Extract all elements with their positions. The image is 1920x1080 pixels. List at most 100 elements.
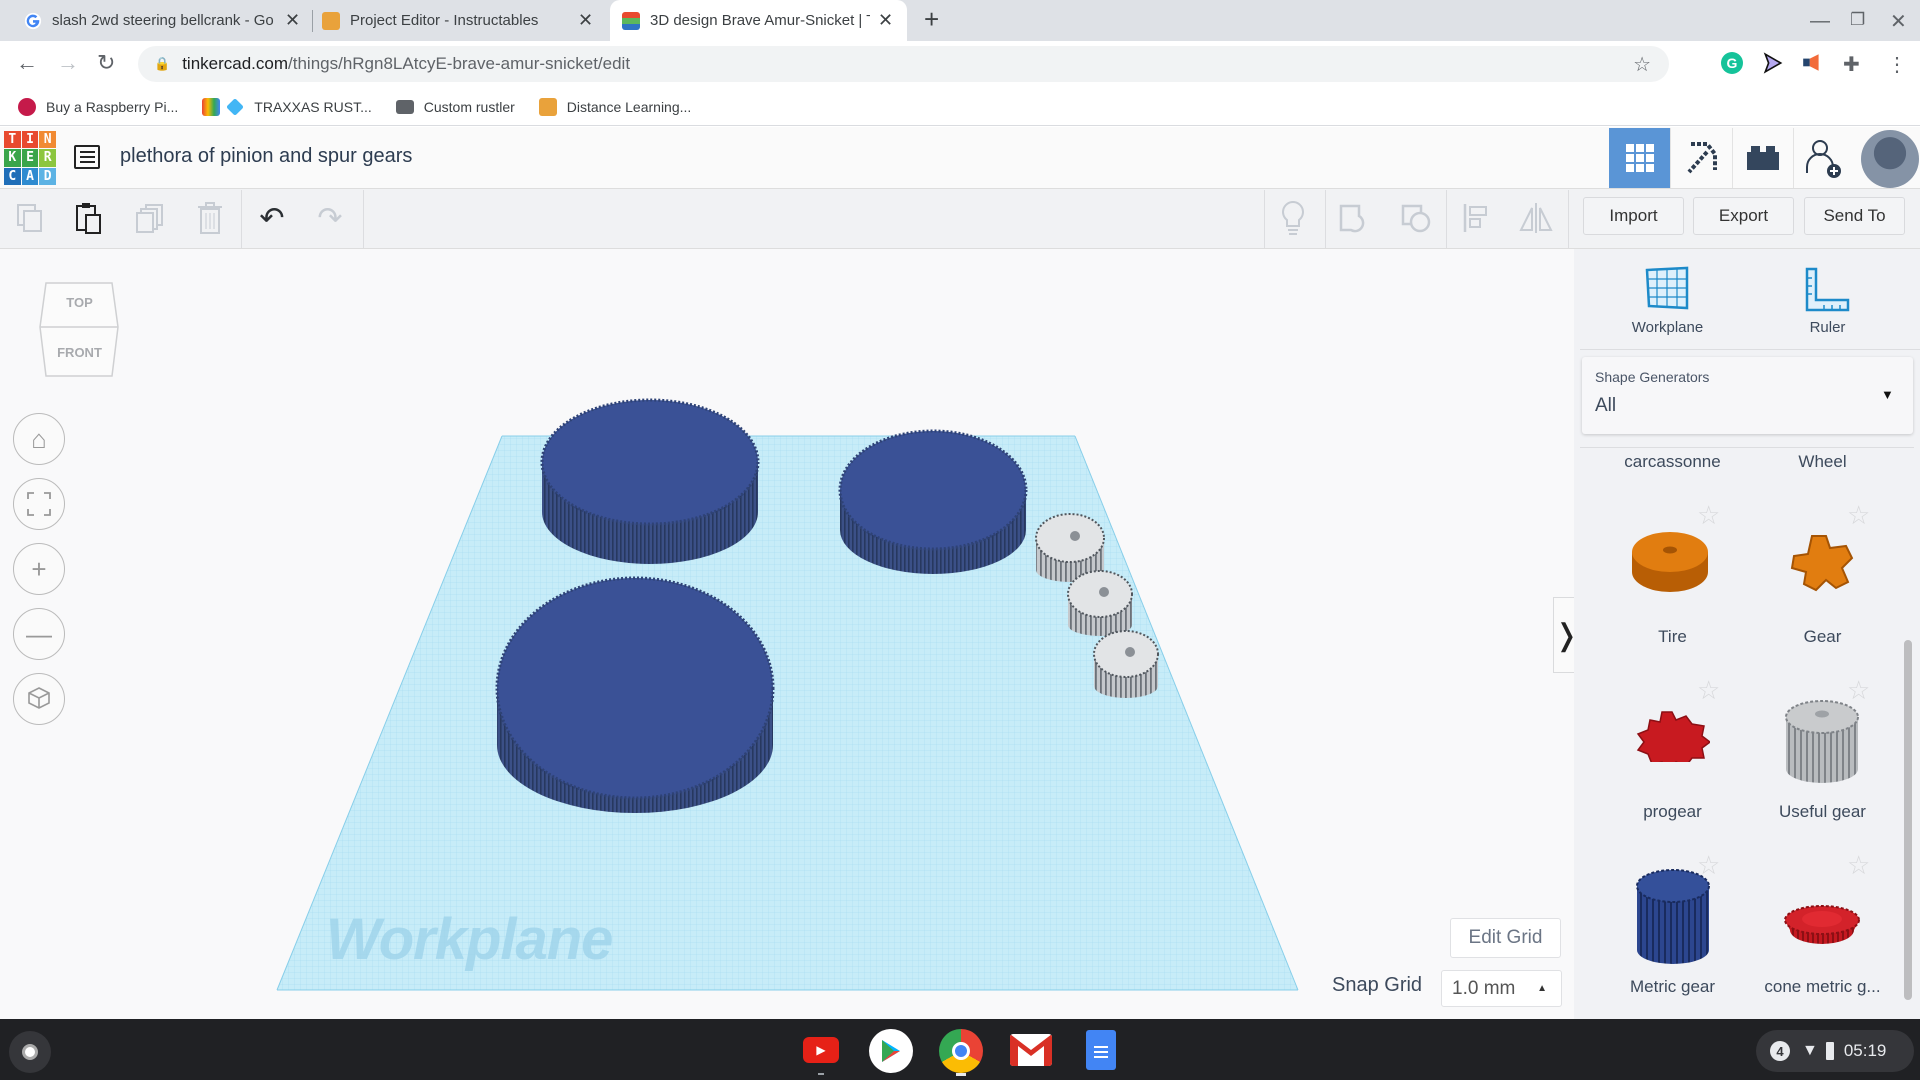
url-path: /things/hRgn8LAtcyE-brave-amur-snicket/e… [288, 54, 631, 73]
cursor-icon[interactable] [1762, 52, 1784, 74]
paste-button[interactable] [71, 200, 107, 236]
status-tray[interactable]: 4 ▼ 05:19 [1756, 1030, 1914, 1072]
google-icon [24, 12, 42, 29]
3d-view-button[interactable] [1609, 128, 1670, 188]
tinkercad-icon [622, 11, 640, 30]
perspective-button[interactable] [13, 673, 65, 725]
tinkercad-logo[interactable]: T I N K E R C A D [4, 131, 56, 185]
redo-button[interactable]: ↷ [312, 200, 348, 236]
more-icon[interactable]: ⋮ [1887, 52, 1909, 76]
restore-button[interactable]: ❐ [1850, 10, 1865, 30]
close-tab-icon[interactable]: ✕ [578, 10, 593, 31]
clock: 05:19 [1843, 1041, 1887, 1060]
pinion-gear-2[interactable] [1067, 570, 1133, 636]
ruler-icon [1805, 267, 1850, 312]
favorite-star-icon[interactable]: ☆ [1697, 500, 1720, 531]
megaphone-icon[interactable] [1801, 52, 1823, 74]
puzzle-icon[interactable]: ✚ [1843, 52, 1865, 76]
bookmark-custom-rustler[interactable]: Custom rustler [395, 99, 515, 115]
tab-google[interactable]: slash 2wd steering bellcrank - Go ✕ [24, 0, 314, 41]
shape-label-wheel[interactable]: Wheel [1750, 452, 1895, 472]
ruler-tool[interactable]: Ruler [1780, 264, 1875, 340]
tab-tinkercad-active[interactable]: 3D design Brave Amur-Snicket | T ✕ [610, 0, 907, 41]
group-button[interactable] [1336, 200, 1372, 236]
close-tab-icon[interactable]: ✕ [878, 10, 893, 31]
reload-button[interactable]: ↻ [97, 50, 115, 76]
shape-label: progear [1643, 802, 1702, 821]
spur-gear-medium[interactable] [838, 429, 1028, 574]
close-window-button[interactable]: ✕ [1890, 9, 1907, 34]
lightbulb-icon [1282, 200, 1304, 235]
forward-button[interactable]: → [57, 50, 79, 76]
view-cube-front[interactable]: FRONT [38, 345, 121, 360]
mirror-button[interactable] [1518, 200, 1554, 236]
running-indicator [956, 1073, 966, 1076]
bricks-button[interactable] [1732, 128, 1793, 188]
align-button[interactable] [1458, 200, 1494, 236]
logo-letter: A [21, 167, 39, 185]
view-cube[interactable]: TOP FRONT [38, 281, 121, 378]
shape-tile-cone-metric-gear[interactable]: ☆ cone metric g... [1750, 850, 1895, 1000]
fit-view-button[interactable] [13, 478, 65, 530]
shape-label-carcassonne[interactable]: carcassonne [1600, 452, 1745, 472]
design-title[interactable]: plethora of pinion and spur gears [120, 145, 412, 168]
zoom-out-button[interactable]: — [13, 608, 65, 660]
close-tab-icon[interactable]: ✕ [285, 10, 300, 31]
home-view-button[interactable]: ⌂ [13, 413, 65, 465]
shape-tile-metric-gear[interactable]: ☆ Metric gear [1600, 850, 1745, 1000]
play-store-icon[interactable] [869, 1029, 913, 1073]
address-bar[interactable]: 🔒 tinkercad.com/things/hRgn8LAtcyE-brave… [138, 46, 1669, 82]
tab-instructables[interactable]: Project Editor - Instructables ✕ [322, 0, 608, 41]
toolbar-divider [1264, 190, 1265, 248]
minimize-button[interactable]: — [1810, 10, 1830, 33]
favorite-star-icon[interactable]: ☆ [1847, 500, 1870, 531]
bookmark-raspberry[interactable]: Buy a Raspberry Pi... [18, 97, 178, 116]
bookmark-star-icon[interactable]: ☆ [1633, 52, 1651, 77]
workplane-scene[interactable] [0, 249, 1574, 1019]
shape-tile-progear[interactable]: ☆ progear [1600, 675, 1745, 825]
youtube-icon[interactable]: ▶ [803, 1037, 839, 1063]
docs-icon[interactable] [1086, 1030, 1116, 1070]
avatar[interactable] [1861, 130, 1919, 188]
panel-scrollbar[interactable] [1904, 640, 1912, 1000]
logo-letter: K [4, 149, 21, 167]
copy-button[interactable] [12, 200, 48, 236]
codeblocks-button[interactable] [1670, 128, 1731, 188]
favorite-star-icon[interactable]: ☆ [1847, 850, 1870, 881]
favorite-star-icon[interactable]: ☆ [1697, 675, 1720, 706]
shape-tile-tire[interactable]: ☆ Tire [1600, 500, 1745, 650]
delete-button[interactable] [192, 200, 228, 236]
import-button[interactable]: Import [1583, 197, 1684, 235]
edit-grid-button[interactable]: Edit Grid [1450, 918, 1561, 958]
send-to-button[interactable]: Send To [1804, 197, 1905, 235]
ungroup-button[interactable] [1398, 200, 1434, 236]
undo-button[interactable]: ↶ [254, 200, 290, 236]
back-button[interactable]: ← [16, 50, 38, 76]
pinion-gear-3[interactable] [1093, 630, 1159, 698]
workplane-tool[interactable]: Workplane [1620, 264, 1715, 340]
export-button[interactable]: Export [1693, 197, 1794, 235]
chrome-icon[interactable] [939, 1029, 983, 1073]
grammarly-icon[interactable]: G [1721, 52, 1743, 74]
bookmarks-bar: Buy a Raspberry Pi... TRAXXAS RUST... Cu… [0, 88, 1920, 126]
snap-grid-select[interactable]: 1.0 mm ▲ [1441, 970, 1562, 1007]
launcher-button[interactable] [9, 1031, 51, 1073]
spur-gear-large-back[interactable] [540, 398, 760, 564]
toolbar-divider [363, 190, 364, 248]
design-list-icon[interactable] [74, 145, 100, 169]
shape-tile-useful-gear[interactable]: ☆ Useful gear [1750, 675, 1895, 825]
tab-title: Project Editor - Instructables [350, 12, 539, 29]
new-tab-button[interactable]: + [924, 4, 939, 35]
bookmark-distance-learning[interactable]: Distance Learning... [538, 97, 691, 116]
zoom-in-button[interactable]: + [13, 543, 65, 595]
spur-gear-large-front[interactable] [495, 576, 775, 813]
view-cube-top[interactable]: TOP [38, 295, 121, 310]
invite-user-button[interactable] [1793, 128, 1854, 188]
notes-button[interactable] [1275, 200, 1311, 236]
bookmark-traxxas[interactable]: TRAXXAS RUST... [202, 97, 372, 116]
gmail-icon[interactable] [1010, 1034, 1052, 1066]
shape-tile-gear[interactable]: ☆ Gear [1750, 500, 1895, 650]
shape-category-select[interactable]: Shape Generators All ▼ [1582, 357, 1913, 434]
duplicate-button[interactable] [132, 200, 168, 236]
toolbar-divider [1568, 190, 1569, 248]
